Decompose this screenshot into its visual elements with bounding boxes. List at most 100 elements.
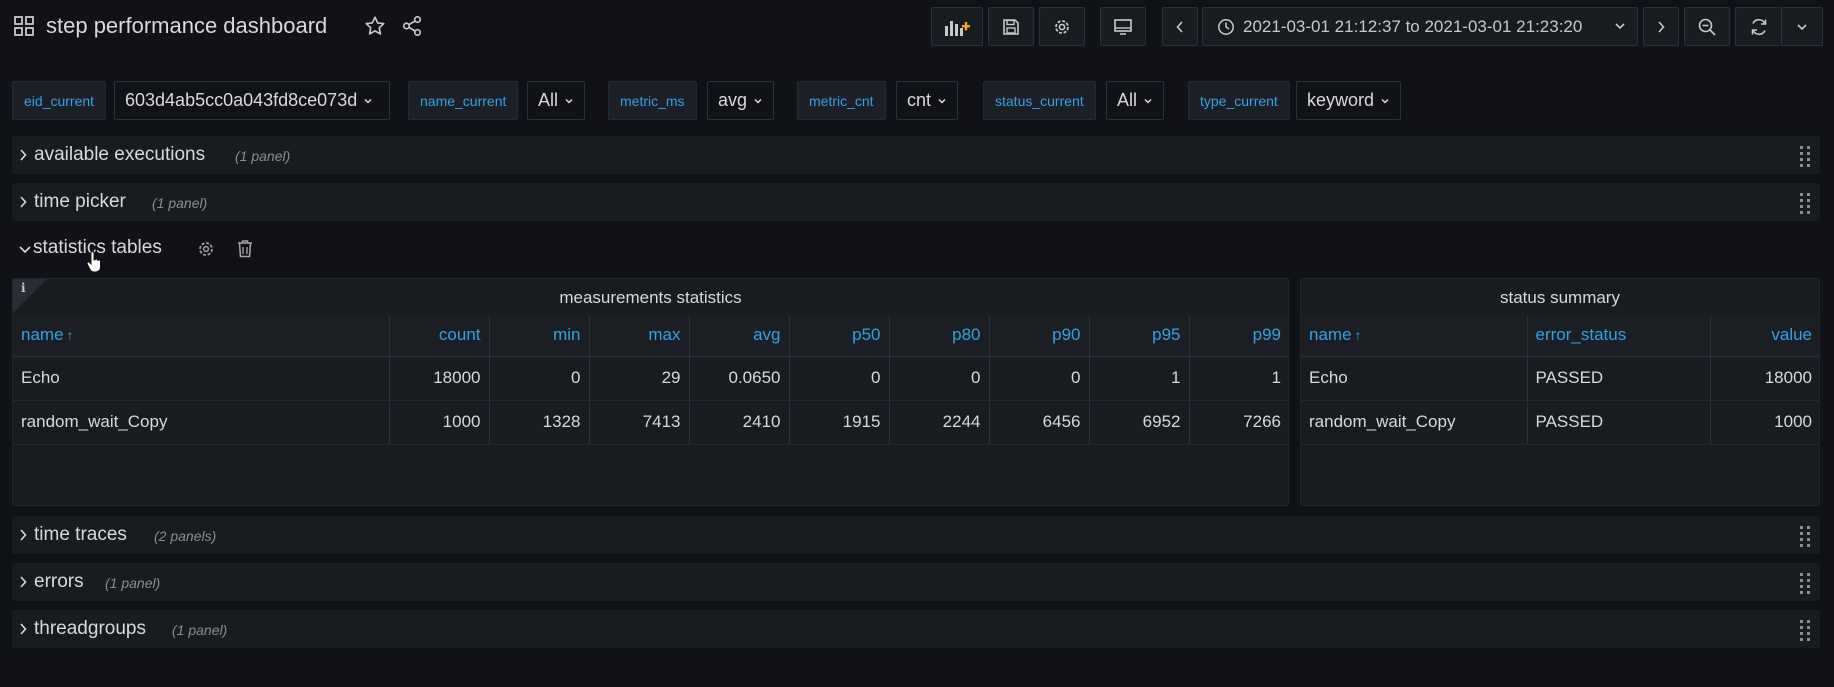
row-time-traces[interactable]: time traces (2 panels): [12, 516, 1820, 554]
variable-label-metric-ms: metric_ms: [608, 81, 697, 120]
column-header-p50[interactable]: p50: [789, 315, 890, 357]
column-header-count[interactable]: count: [389, 315, 490, 357]
table-cell: 1915: [789, 400, 890, 445]
variable-label-type-current: type_current: [1188, 81, 1290, 120]
row-title: threadgroups: [34, 618, 146, 639]
table-cell: 1000: [1710, 400, 1819, 445]
table-cell: 18000: [1710, 356, 1819, 401]
column-header-value[interactable]: value: [1710, 315, 1819, 357]
table-cell: 2244: [889, 400, 990, 445]
drag-handle-icon[interactable]: [1799, 525, 1811, 547]
sort-asc-icon: ↑: [1354, 327, 1362, 344]
drag-handle-icon[interactable]: [1799, 572, 1811, 594]
column-header-min[interactable]: min: [489, 315, 590, 357]
table-cell: 0: [789, 356, 890, 401]
gear-icon: [1055, 19, 1069, 34]
column-header-p99[interactable]: p99: [1189, 315, 1288, 357]
share-icon[interactable]: [401, 15, 423, 37]
row-threadgroups[interactable]: threadgroups (1 panel): [12, 610, 1820, 648]
time-shift-back-button[interactable]: [1162, 7, 1198, 46]
column-header-p80[interactable]: p80: [889, 315, 990, 357]
column-header-p95[interactable]: p95: [1089, 315, 1190, 357]
table-cell: PASSED: [1527, 356, 1711, 401]
drag-handle-icon[interactable]: [1799, 145, 1811, 167]
cycle-view-mode-button[interactable]: [1100, 7, 1146, 46]
variable-select-type-current[interactable]: keyword: [1296, 81, 1402, 120]
variable-value: keyword: [1307, 90, 1375, 110]
table-cell: Echo: [13, 356, 390, 401]
star-icon[interactable]: [364, 15, 386, 37]
column-header-p90[interactable]: p90: [989, 315, 1090, 357]
gear-icon[interactable]: [196, 239, 216, 259]
status-summary-table: name ↑ error_status value Echo PASSED 180…: [1301, 315, 1819, 445]
table-row: Echo PASSED 18000: [1301, 356, 1819, 401]
chevron-down-icon: [938, 98, 946, 104]
table-row: random_wait_Copy PASSED 1000: [1301, 400, 1819, 445]
zoom-out-icon: [1698, 18, 1716, 36]
trash-icon[interactable]: [236, 239, 254, 259]
variable-select-name-current[interactable]: All: [527, 81, 586, 120]
column-header-name[interactable]: name ↑: [1301, 315, 1528, 357]
variable-value: cnt: [907, 90, 932, 110]
time-shift-forward-button[interactable]: [1643, 7, 1679, 46]
add-panel-icon: [945, 20, 970, 36]
panel-title[interactable]: status summary: [1301, 288, 1819, 308]
chevron-down-icon: [1797, 23, 1807, 30]
column-header-max[interactable]: max: [589, 315, 690, 357]
table-row: Echo 18000 0 29 0.0650 0 0 0 1 1: [13, 356, 1288, 401]
sort-asc-icon: ↑: [66, 327, 74, 344]
table-cell: 6456: [989, 400, 1090, 445]
variable-label-metric-cnt: metric_cnt: [797, 81, 886, 120]
chevron-down-icon: [754, 98, 762, 104]
save-icon: [1003, 18, 1019, 35]
table-header-row: name ↑ count min max avg p50 p80 p90 p95 …: [13, 315, 1288, 357]
refresh-button[interactable]: [1735, 7, 1781, 46]
variable-select-metric-cnt[interactable]: cnt: [896, 81, 959, 120]
row-time-picker[interactable]: time picker (1 panel): [12, 183, 1820, 221]
column-header-error-status[interactable]: error_status: [1527, 315, 1711, 357]
top-navbar: step performance dashboard 2021-03-01 21…: [0, 0, 1834, 52]
variable-value: All: [1117, 90, 1138, 110]
chevron-right-icon: [20, 576, 27, 588]
panel-title[interactable]: measurements statistics: [13, 288, 1288, 308]
row-title: time picker: [34, 191, 126, 212]
zoom-out-button[interactable]: [1684, 7, 1730, 46]
refresh-interval-dropdown[interactable]: [1781, 7, 1823, 46]
variable-select-metric-ms[interactable]: avg: [707, 81, 775, 120]
table-cell: 7266: [1189, 400, 1288, 445]
dashboard-grid-icon[interactable]: [14, 16, 34, 36]
time-range-text: 2021-03-01 21:12:37 to 2021-03-01 21:23:…: [1243, 16, 1583, 36]
table-cell: 18000: [389, 356, 490, 401]
variable-select-eid-current[interactable]: 603d4ab5cc0a043fd8ce073d: [114, 81, 390, 120]
row-panel-count: (1 panel): [152, 195, 208, 211]
chevron-right-icon: [20, 149, 27, 161]
save-dashboard-button[interactable]: [988, 7, 1034, 46]
table-cell: 0: [889, 356, 990, 401]
time-range-picker[interactable]: 2021-03-01 21:12:37 to 2021-03-01 21:23:…: [1202, 7, 1638, 46]
drag-handle-icon[interactable]: [1799, 192, 1811, 214]
dashboard-settings-button[interactable]: [1039, 7, 1085, 46]
table-cell: 6952: [1089, 400, 1190, 445]
clock-icon: [1218, 18, 1234, 35]
hand-cursor-icon: [86, 251, 101, 273]
chevron-right-icon: [20, 196, 27, 208]
table-cell: random_wait_Copy: [13, 400, 390, 445]
table-cell: 2410: [689, 400, 790, 445]
panel-status-summary: status summary name ↑ error_status value …: [1300, 278, 1820, 506]
column-header-avg[interactable]: avg: [689, 315, 790, 357]
drag-handle-icon[interactable]: [1799, 619, 1811, 641]
measurements-table: name ↑ count min max avg p50 p80 p90 p95 …: [13, 315, 1288, 445]
add-panel-button[interactable]: [931, 7, 983, 46]
variable-label-name-current: name_current: [408, 81, 519, 120]
variable-label-status-current: status_current: [983, 81, 1096, 120]
variable-select-status-current[interactable]: All: [1106, 81, 1165, 120]
dashboard-title[interactable]: step performance dashboard: [46, 13, 327, 39]
row-available-executions[interactable]: available executions (1 panel): [12, 136, 1820, 174]
chevron-down-icon: [19, 246, 31, 254]
table-cell: 0: [989, 356, 1090, 401]
row-errors[interactable]: errors (1 panel): [12, 563, 1820, 601]
chevron-left-icon: [1176, 20, 1183, 33]
column-header-name[interactable]: name ↑: [13, 315, 390, 357]
table-cell: 1: [1089, 356, 1190, 401]
row-title: errors: [34, 571, 84, 592]
